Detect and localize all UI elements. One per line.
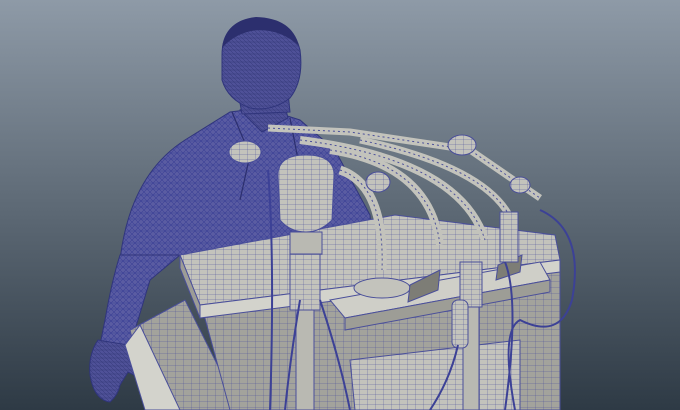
3d-viewport[interactable] bbox=[0, 0, 680, 410]
vintage-mic-body bbox=[277, 154, 335, 233]
mic-stem-lower bbox=[295, 309, 315, 410]
mic-capsule-lower bbox=[451, 299, 469, 349]
mic-head-far bbox=[509, 176, 531, 194]
vintage-mic-collar bbox=[289, 231, 323, 255]
viewport-canvas[interactable] bbox=[0, 0, 680, 410]
mic-head-right bbox=[447, 134, 477, 156]
mic-stem-far bbox=[499, 211, 519, 263]
mic-stem-main bbox=[289, 253, 321, 311]
mic-base bbox=[353, 277, 411, 299]
mic-head-left bbox=[228, 140, 262, 164]
mic-head-small bbox=[365, 171, 391, 193]
